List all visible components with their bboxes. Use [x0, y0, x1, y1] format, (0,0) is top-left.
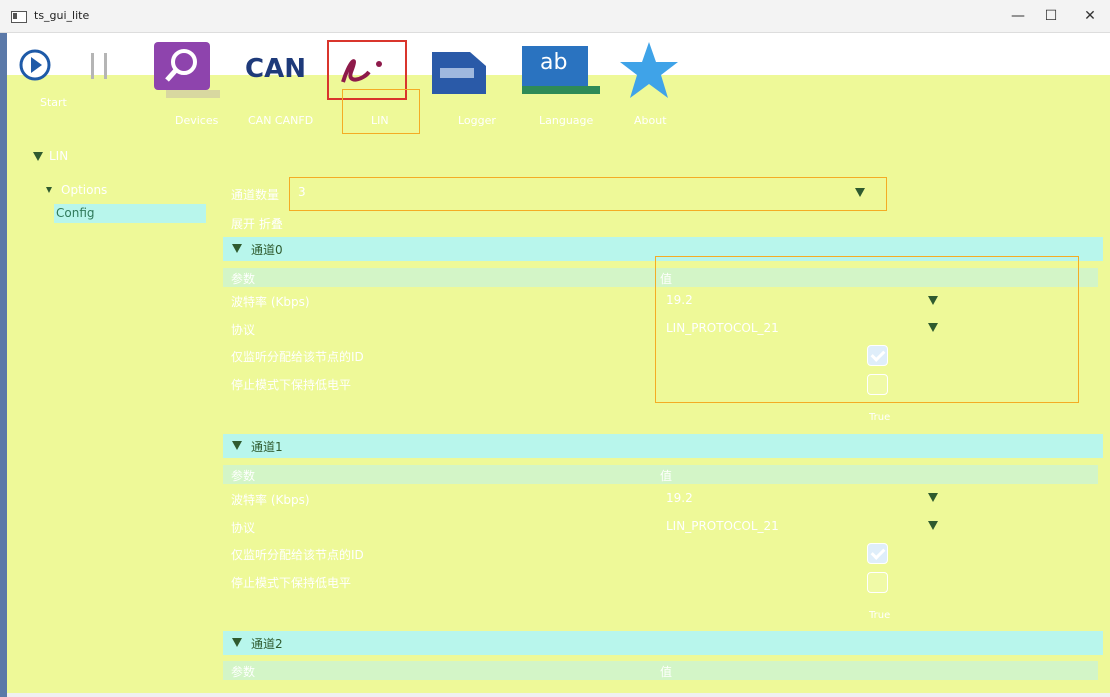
channel1-title: 通道1: [251, 440, 283, 454]
app-window-icon: [11, 11, 27, 23]
logger-button[interactable]: [432, 46, 490, 98]
value-column-header: 值: [660, 469, 673, 483]
channel0-baud-label: 波特率 (Kbps): [231, 295, 310, 309]
about-label: About: [634, 114, 667, 127]
lin-signature-icon: [341, 59, 382, 83]
title-bar: ts_gui_lite — ☐ ✕: [0, 0, 1110, 33]
window-left-border: [0, 33, 7, 697]
lin-label: LIN: [371, 114, 389, 127]
channel0-keep-label: 停止模式下保持低电平: [231, 378, 352, 392]
channel1-table-header: 参数 值: [223, 465, 1098, 484]
channel-count-combo[interactable]: 3: [289, 177, 887, 211]
log-file-icon: [432, 52, 486, 94]
channel0-state-text: True: [869, 412, 891, 423]
tree-root-label: LIN: [49, 149, 69, 163]
devices-button[interactable]: [154, 42, 220, 98]
play-icon: [19, 49, 51, 81]
tree-options-label: Options: [61, 183, 108, 197]
maximize-button[interactable]: ☐: [1036, 6, 1066, 26]
collapse-arrow-icon: [232, 638, 242, 647]
expand-arrow-icon: [46, 187, 52, 193]
channel-count-label: 通道数量: [231, 188, 280, 202]
channel1-baud-label: 波特率 (Kbps): [231, 493, 310, 507]
channel0-title: 通道0: [251, 243, 283, 257]
chevron-down-icon: [855, 188, 865, 197]
param-column-header: 参数: [231, 665, 256, 679]
pause-button[interactable]: [86, 48, 116, 88]
channel2-header[interactable]: 通道2: [223, 631, 1103, 655]
channel2-table-header: 参数 值: [223, 661, 1098, 680]
can-canfd-label: CAN CANFD: [248, 114, 314, 127]
can-icon-text: CAN: [245, 54, 306, 84]
param-column-header: 参数: [231, 469, 256, 483]
channel0-monitor-label: 仅监听分配给该节点的ID: [231, 350, 364, 364]
channel0-protocol-label: 协议: [231, 323, 256, 337]
language-label: Language: [539, 114, 594, 127]
search-icon: [154, 42, 220, 98]
minimize-button[interactable]: —: [1003, 6, 1033, 26]
channel1-baud-value[interactable]: 19.2: [666, 491, 693, 505]
tree-config-label: Config: [56, 206, 95, 220]
logger-label: Logger: [458, 114, 496, 127]
expand-collapse-link[interactable]: 展开 折叠: [231, 215, 283, 232]
close-button[interactable]: ✕: [1075, 6, 1105, 26]
value-column-header: 值: [660, 665, 673, 679]
value-highlight-box: [655, 256, 1079, 403]
channel1-state-text: True: [869, 610, 891, 621]
collapse-arrow-icon: [232, 441, 242, 450]
channel1-monitor-label: 仅监听分配给该节点的ID: [231, 548, 364, 562]
channel1-monitor-checkbox[interactable]: [867, 543, 888, 564]
chevron-down-icon[interactable]: [928, 493, 938, 502]
channel1-keep-label: 停止模式下保持低电平: [231, 576, 352, 590]
channel1-header[interactable]: 通道1: [223, 434, 1103, 458]
channel-count-value: 3: [298, 185, 306, 199]
language-button[interactable]: ab: [522, 46, 600, 96]
channel1-keep-checkbox[interactable]: [867, 572, 888, 593]
param-column-header: 参数: [231, 272, 256, 286]
window-title: ts_gui_lite: [34, 9, 90, 22]
lin-label-box: [342, 89, 420, 134]
tree-item-config[interactable]: Config: [54, 204, 206, 223]
start-button[interactable]: [18, 48, 52, 88]
devices-label: Devices: [175, 114, 219, 127]
start-label: Start: [40, 96, 67, 109]
expand-arrow-icon: [33, 152, 43, 161]
collapse-arrow-icon: [232, 244, 242, 253]
channel1-protocol-label: 协议: [231, 521, 256, 535]
language-icon-text: ab: [540, 50, 568, 75]
chevron-down-icon[interactable]: [928, 521, 938, 530]
can-button[interactable]: CAN: [245, 54, 307, 88]
about-button[interactable]: [618, 40, 680, 102]
star-icon: [620, 42, 678, 98]
channel2-title: 通道2: [251, 637, 283, 651]
channel1-protocol-value[interactable]: LIN_PROTOCOL_21: [666, 519, 779, 533]
pause-icon: [91, 53, 107, 79]
